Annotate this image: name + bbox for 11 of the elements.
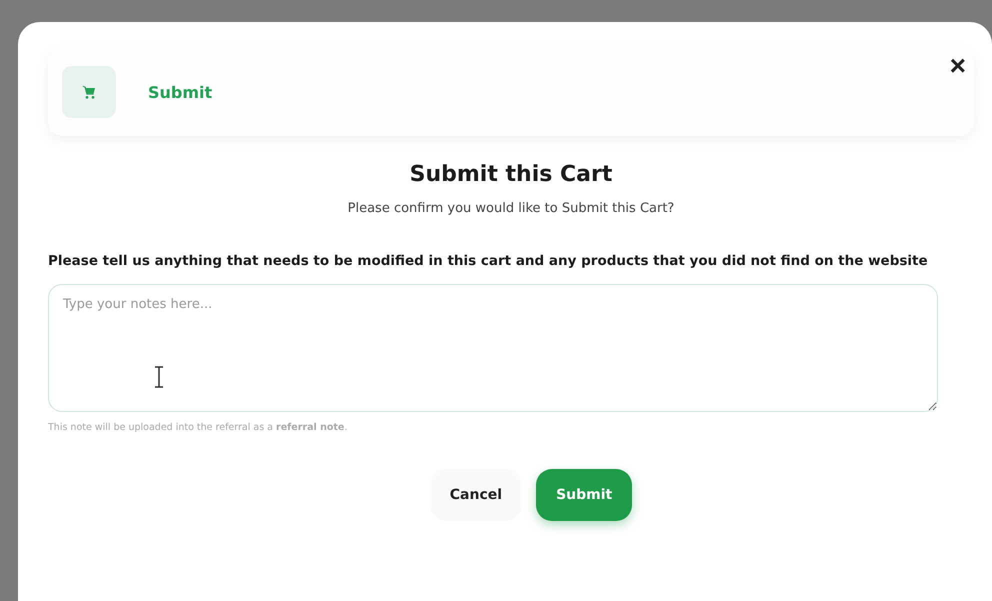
text-cursor-icon bbox=[154, 366, 164, 388]
cancel-button[interactable]: Cancel bbox=[430, 469, 522, 521]
submit-button[interactable]: Submit bbox=[536, 469, 632, 521]
close-button[interactable]: × bbox=[950, 52, 966, 80]
dialog-title: Submit this Cart bbox=[408, 162, 614, 187]
notes-hint: This note will be uploaded into the referral as a referral note. bbox=[48, 422, 348, 433]
notes-label: Please tell us anything that needs to be modified in this cart and any products that you did not find on the website bbox=[48, 252, 929, 271]
notes-field[interactable]: Type your notes here... bbox=[48, 284, 938, 412]
header-title: Submit bbox=[148, 82, 212, 102]
dialog-subtitle: Please confirm you would like to Submit this Cart? bbox=[346, 201, 676, 216]
cart-icon bbox=[81, 84, 97, 100]
